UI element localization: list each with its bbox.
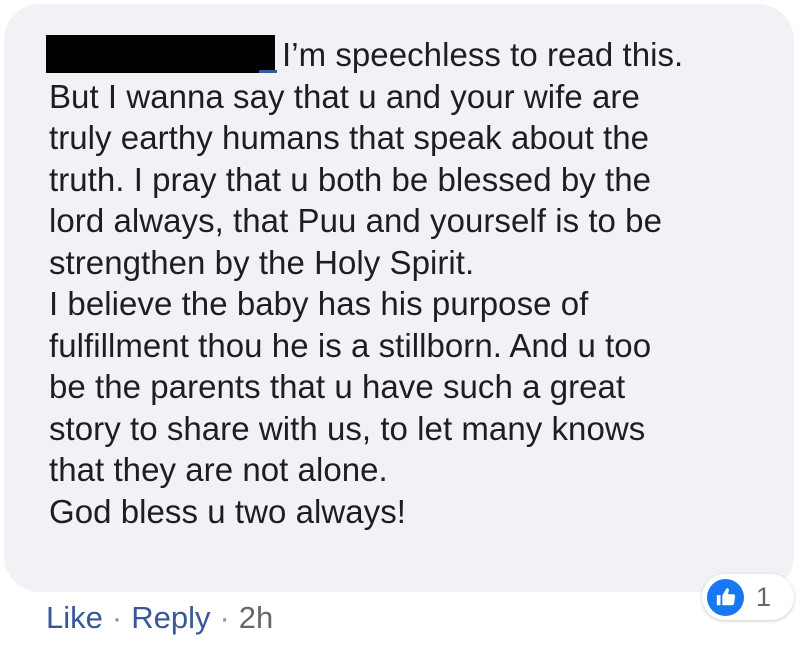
comment-line: strengthen by the Holy Spirit. <box>49 243 475 281</box>
reply-link[interactable]: Reply <box>131 600 210 635</box>
comment-line: But I wanna say that u and your wife are <box>49 77 640 115</box>
comment-line: truth. I pray that u both be blessed by … <box>49 160 652 198</box>
timestamp-link[interactable]: 2h <box>239 600 273 635</box>
comment-line: I believe the baby has his purpose of <box>49 285 589 322</box>
comment-text: I’m speechless to read this. But I wanna… <box>49 34 789 532</box>
comment-line: be the parents that u have such a great <box>49 368 626 405</box>
comment-line: God bless u two always! <box>49 492 406 530</box>
comment-line: story to share with us, to let many know… <box>49 409 646 447</box>
comment-line: truly earthy humans that speak about the <box>49 119 650 156</box>
separator-dot: · <box>219 600 230 635</box>
comment-line: that they are not alone. <box>49 451 388 488</box>
comment-bubble: I’m speechless to read this. But I wanna… <box>4 4 794 592</box>
comment-line: I’m speechless to read this. <box>282 36 684 73</box>
comment-line: fulfillment thou he is a stillborn. And … <box>49 326 652 364</box>
comment-actions: Like · Reply · 2h <box>46 598 273 638</box>
reaction-count: 1 <box>756 581 772 612</box>
thumbs-up-icon <box>707 578 744 616</box>
comment-line: lord always, that Puu and yourself is to… <box>49 202 662 239</box>
separator-dot: · <box>111 600 123 635</box>
like-link[interactable]: Like <box>46 600 103 635</box>
reaction-summary[interactable]: 1 <box>702 574 794 620</box>
